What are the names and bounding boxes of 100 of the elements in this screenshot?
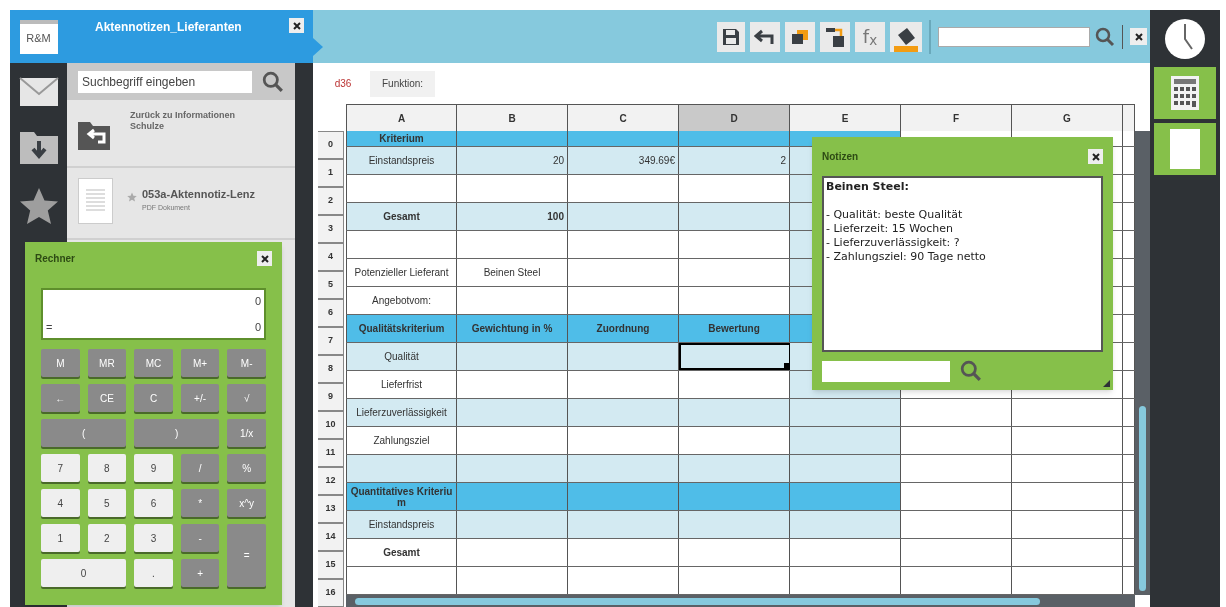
mail-icon[interactable] xyxy=(18,77,59,107)
header-cell[interactable] xyxy=(457,483,568,510)
calculator-key[interactable]: 5 xyxy=(87,489,127,517)
notes-text-area[interactable]: Beinen Steel: - Qualität: beste Qualität - Lieferzeit: 15 Wochen - Lieferzuverlässigkeit: ? - Zahlungsziel: 90 Tage netto xyxy=(822,176,1103,352)
horizontal-scrollbar[interactable] xyxy=(346,595,1135,607)
notes-tile[interactable] xyxy=(1154,123,1216,175)
header-cell[interactable] xyxy=(790,483,901,510)
calculator-tile[interactable] xyxy=(1154,67,1216,119)
header-cell[interactable] xyxy=(457,131,568,146)
header-cell[interactable] xyxy=(568,483,679,510)
table-cell[interactable] xyxy=(346,231,457,258)
header-cell[interactable] xyxy=(568,131,679,146)
table-cell[interactable]: 100 xyxy=(457,203,568,230)
table-cell[interactable]: Einstandspreis xyxy=(346,511,457,538)
row-header[interactable]: 15 xyxy=(318,551,344,579)
header-cell[interactable]: Qualitätskriterium xyxy=(346,315,457,342)
search-field[interactable]: Suchbegriff eingeben xyxy=(78,70,252,93)
table-cell[interactable] xyxy=(346,175,457,202)
row-header[interactable]: 2 xyxy=(318,187,344,215)
table-cell[interactable]: 2 xyxy=(679,147,790,174)
table-cell[interactable]: Potenzieller Lieferant xyxy=(346,259,457,286)
search-icon[interactable] xyxy=(1095,26,1115,47)
row-header[interactable]: 8 xyxy=(318,355,344,383)
column-header[interactable]: A xyxy=(346,105,457,131)
column-header[interactable]: G xyxy=(1012,105,1123,131)
calculator-key[interactable]: 6 xyxy=(134,489,173,517)
row-header[interactable]: 9 xyxy=(318,383,344,411)
scrollbar-thumb[interactable] xyxy=(355,597,1040,605)
calculator-key[interactable]: 8 xyxy=(87,454,127,482)
header-cell[interactable]: Kriterium xyxy=(346,131,457,146)
calculator-key[interactable]: 3 xyxy=(134,524,173,552)
notes-input-field[interactable] xyxy=(822,360,950,382)
star-icon[interactable] xyxy=(127,192,137,202)
table-cell[interactable] xyxy=(457,343,568,370)
row-header[interactable]: 5 xyxy=(318,271,344,299)
save-button[interactable] xyxy=(717,21,745,52)
table-cell[interactable] xyxy=(679,455,790,482)
scrollbar-thumb[interactable] xyxy=(1139,406,1146,591)
undo-button[interactable] xyxy=(750,21,780,52)
calculator-key[interactable]: 0 xyxy=(41,559,127,587)
table-cell[interactable]: Einstandspreis xyxy=(346,147,457,174)
close-button[interactable] xyxy=(1088,149,1103,164)
header-cell[interactable]: Zuordnung xyxy=(568,315,679,342)
layers-button[interactable] xyxy=(785,21,815,52)
column-header[interactable]: C xyxy=(568,105,679,131)
header-cell[interactable]: Bewertung xyxy=(679,315,790,342)
row-header[interactable]: 3 xyxy=(318,215,344,243)
table-cell[interactable] xyxy=(790,455,901,482)
table-cell[interactable]: 349.69€ xyxy=(568,147,679,174)
header-cell[interactable]: Gewichtung in % xyxy=(457,315,568,342)
calculator-key[interactable]: 2 xyxy=(87,524,127,552)
column-header[interactable] xyxy=(1123,105,1135,131)
row-header[interactable]: 11 xyxy=(318,439,344,467)
formula-button[interactable]: f$_{x}$ xyxy=(855,21,885,52)
table-cell[interactable] xyxy=(457,399,568,426)
search-icon[interactable] xyxy=(262,70,284,93)
header-cell[interactable] xyxy=(679,483,790,510)
table-cell[interactable]: 20 xyxy=(457,147,568,174)
column-header[interactable]: D xyxy=(679,105,790,131)
folder-download-icon[interactable] xyxy=(18,129,59,165)
table-cell[interactable]: Zahlungsziel xyxy=(346,427,457,454)
table-cell[interactable] xyxy=(568,455,679,482)
selected-cell[interactable] xyxy=(679,343,790,370)
back-list-item[interactable]: Zurück zu Informationen Schulze xyxy=(67,100,295,168)
calculator-key[interactable]: . xyxy=(134,559,173,587)
table-cell[interactable] xyxy=(679,511,790,538)
row-header[interactable]: 4 xyxy=(318,243,344,271)
table-cell[interactable]: Angebotvom: xyxy=(346,287,457,314)
search-icon[interactable] xyxy=(960,360,982,382)
close-button[interactable] xyxy=(257,251,272,266)
table-cell[interactable] xyxy=(346,455,457,482)
table-cell[interactable]: Gesamt xyxy=(346,539,457,566)
close-button[interactable] xyxy=(289,18,304,33)
row-header[interactable]: 12 xyxy=(318,467,344,495)
table-cell[interactable] xyxy=(568,203,679,230)
close-button[interactable] xyxy=(1130,28,1147,45)
paste-button[interactable] xyxy=(820,21,850,52)
star-icon[interactable] xyxy=(18,187,59,225)
table-cell[interactable]: Gesamt xyxy=(346,203,457,230)
app-logo[interactable]: R&M xyxy=(19,19,58,54)
table-cell[interactable] xyxy=(679,399,790,426)
column-header[interactable]: B xyxy=(457,105,568,131)
row-header[interactable]: 10 xyxy=(318,411,344,439)
calculator-key[interactable]: 1 xyxy=(41,524,80,552)
table-cell[interactable] xyxy=(679,203,790,230)
fill-color-button[interactable] xyxy=(890,21,922,52)
search-field[interactable] xyxy=(938,26,1090,47)
vertical-scrollbar[interactable] xyxy=(1135,131,1150,595)
table-cell[interactable] xyxy=(457,455,568,482)
header-cell[interactable] xyxy=(679,131,790,146)
table-cell[interactable] xyxy=(568,511,679,538)
table-cell[interactable] xyxy=(790,427,901,454)
table-cell[interactable] xyxy=(457,511,568,538)
table-cell[interactable]: Lieferzuverlässigkeit xyxy=(346,399,457,426)
calculator-key[interactable]: 4 xyxy=(41,489,80,517)
calculator-key[interactable]: 7 xyxy=(41,454,80,482)
column-header[interactable]: F xyxy=(901,105,1012,131)
column-header[interactable]: E xyxy=(790,105,901,131)
table-cell[interactable]: Qualität xyxy=(346,343,457,370)
table-cell[interactable] xyxy=(346,567,457,594)
